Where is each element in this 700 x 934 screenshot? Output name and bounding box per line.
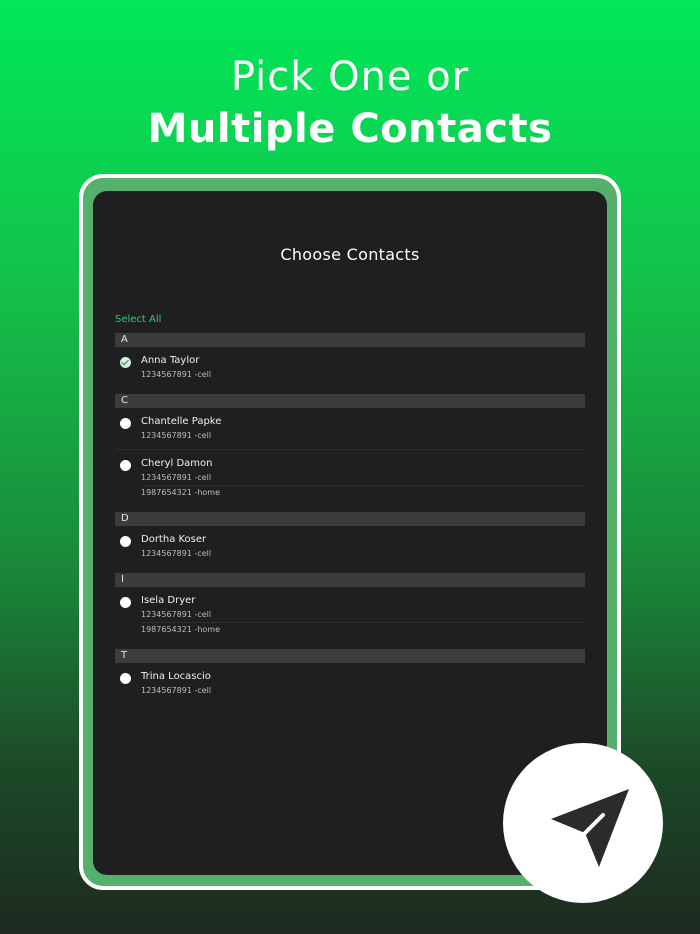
contact-name: Anna Taylor [141, 355, 200, 366]
radio-icon[interactable] [120, 597, 131, 608]
select-all-button[interactable]: Select All [115, 314, 161, 325]
screen-title: Choose Contacts [280, 245, 420, 264]
contact-name: Trina Locascio [141, 671, 211, 682]
section-header-a: A [115, 333, 585, 347]
contact-phone: 1234567891 -cell [141, 370, 212, 379]
contact-phone: 1234567891 -cell [141, 431, 212, 440]
contact-list: A Anna Taylor 1234567891 -cell C Chantel… [115, 333, 585, 704]
contact-phone: 1234567891 -cell [141, 610, 212, 619]
contact-item[interactable]: Anna Taylor 1234567891 -cell [115, 347, 585, 388]
contact-name: Isela Dryer [141, 595, 196, 606]
contact-item[interactable]: Chantelle Papke 1234567891 -cell [115, 408, 585, 449]
headline-line-1: Pick One or [230, 54, 470, 100]
contact-item[interactable]: Dortha Koser 1234567891 -cell [115, 526, 585, 567]
radio-icon[interactable] [120, 536, 131, 547]
section-header-c: C [115, 394, 585, 408]
headline-line-2: Multiple Contacts [147, 106, 553, 152]
contact-phone: 1234567891 -cell [141, 473, 212, 482]
contact-item[interactable]: Isela Dryer 1234567891 -cell 1987654321 … [115, 587, 585, 643]
send-icon [551, 789, 629, 867]
contact-phone: 1987654321 -home [141, 622, 585, 637]
section-header-t: T [115, 649, 585, 663]
contact-name: Dortha Koser [141, 534, 207, 545]
contact-phone: 1987654321 -home [141, 485, 585, 500]
send-button[interactable] [503, 743, 663, 903]
contact-name: Chantelle Papke [141, 416, 222, 427]
radio-icon[interactable] [120, 418, 131, 429]
contact-phone: 1234567891 -cell [141, 686, 212, 695]
contact-item[interactable]: Cheryl Damon 1234567891 -cell 1987654321… [115, 449, 585, 506]
contact-phone: 1234567891 -cell [141, 549, 212, 558]
contact-item[interactable]: Trina Locascio 1234567891 -cell [115, 663, 585, 704]
radio-icon[interactable] [120, 673, 131, 684]
section-header-i: I [115, 573, 585, 587]
radio-icon[interactable] [120, 460, 131, 471]
check-icon[interactable] [120, 357, 131, 368]
contact-name: Cheryl Damon [141, 458, 213, 469]
headline: Pick One or Multiple Contacts [0, 52, 700, 156]
section-header-d: D [115, 512, 585, 526]
